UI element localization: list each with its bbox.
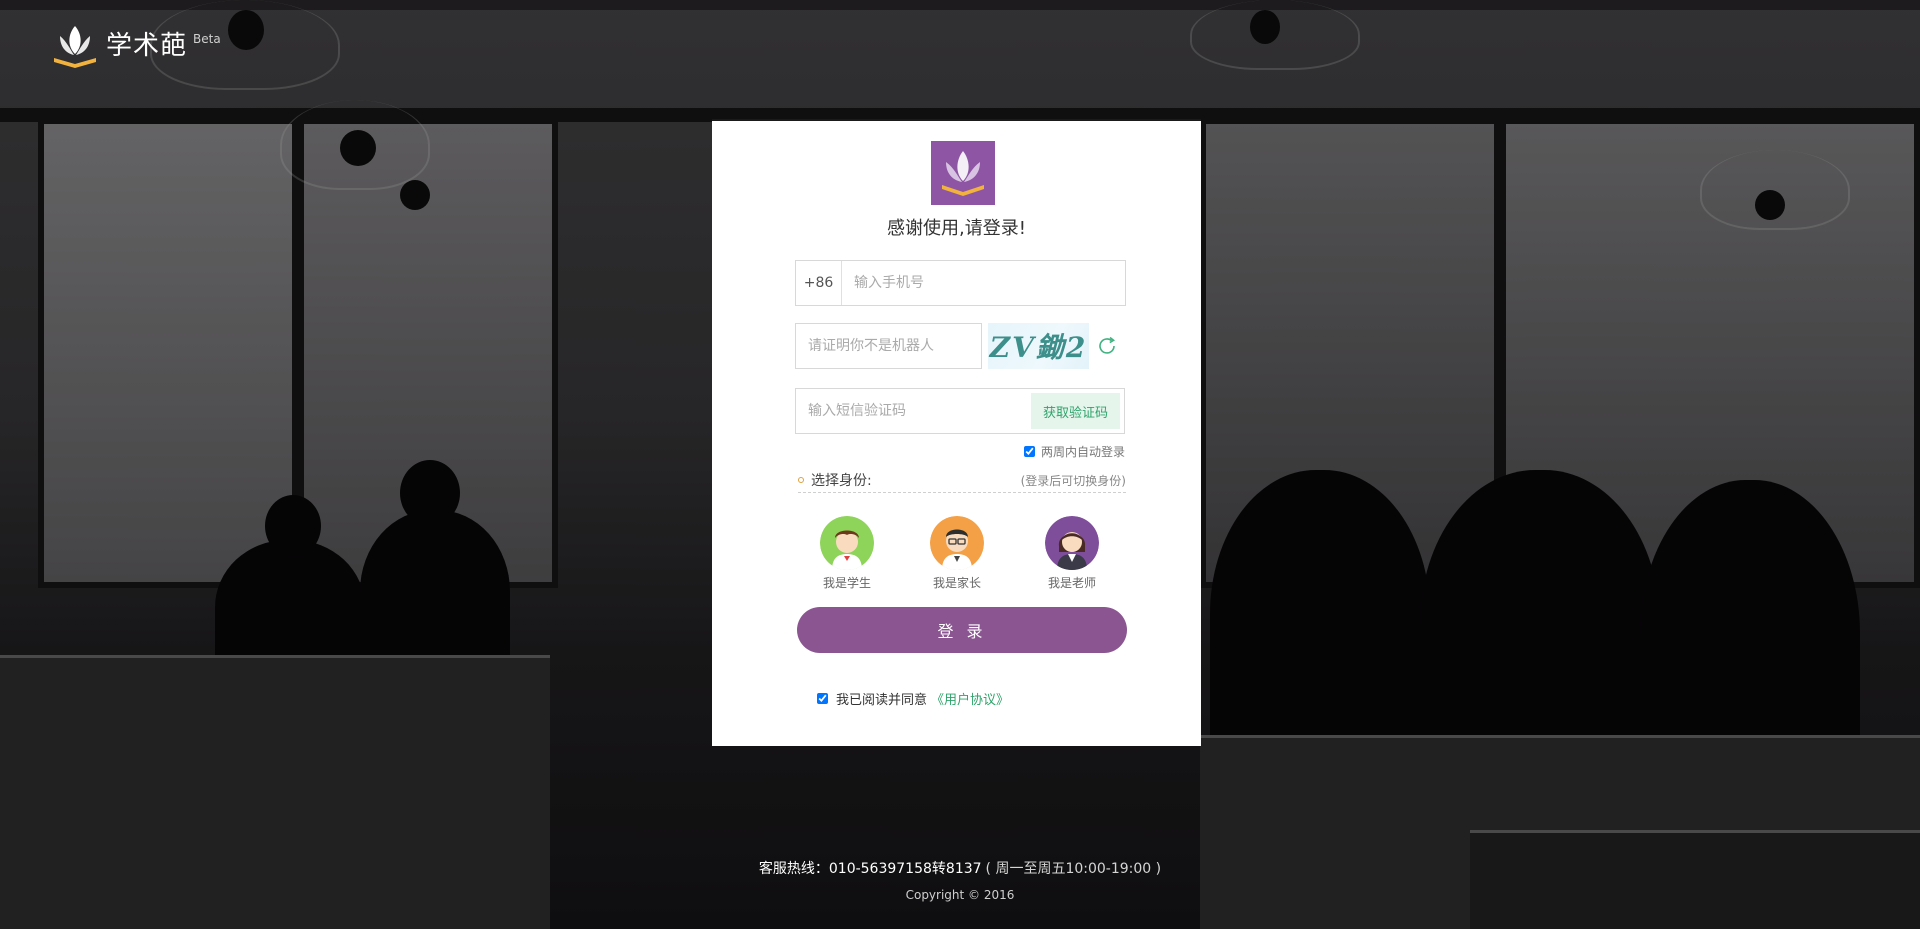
student-avatar: [820, 516, 874, 570]
country-code[interactable]: +86: [796, 261, 842, 305]
login-button[interactable]: 登 录: [797, 607, 1127, 653]
role-hint: (登录后可切换身份): [1020, 473, 1126, 488]
footer: 客服热线：010-56397158转8137( 周一至周五10:00-19:00…: [0, 858, 1920, 902]
sms-code-input[interactable]: [796, 389, 1031, 433]
teacher-avatar: [1045, 516, 1099, 570]
role-teacher-label: 我是老师: [1047, 576, 1096, 590]
copyright: Copyright © 2016: [905, 888, 1015, 902]
role-teacher[interactable]: 我是老师: [1032, 516, 1112, 591]
lotus-icon: [54, 26, 96, 68]
captcha-input[interactable]: [795, 323, 982, 369]
remember-checkbox[interactable]: [1023, 446, 1035, 457]
role-student[interactable]: 我是学生: [807, 516, 887, 591]
agreement-checkbox[interactable]: [817, 693, 828, 704]
hotline: 客服热线：010-56397158转8137( 周一至周五10:00-19:00…: [0, 858, 1920, 878]
role-student-label: 我是学生: [822, 576, 871, 590]
service-hours: ( 周一至周五10:00-19:00 ): [985, 861, 1162, 877]
refresh-icon[interactable]: [1095, 334, 1119, 358]
agreement[interactable]: 我已阅读并同意 《用户协议》: [817, 689, 1009, 708]
parent-avatar: [930, 516, 984, 570]
brand-name: 学术葩: [106, 31, 188, 61]
sms-field: 获取验证码: [795, 388, 1125, 434]
role-label: 选择身份:: [811, 473, 872, 489]
get-code-button[interactable]: 获取验证码: [1031, 393, 1120, 429]
teacher-avatar-icon: [1045, 516, 1099, 570]
phone-field: +86: [795, 260, 1126, 306]
role-parent-label: 我是家长: [932, 576, 981, 590]
login-title: 感谢使用,请登录!: [887, 218, 1026, 239]
bullet-icon: [798, 477, 804, 483]
beta-badge: Beta: [193, 32, 221, 46]
parent-avatar-icon: [930, 516, 984, 570]
login-card: 感谢使用,请登录! +86 ZV鋤2 获取验证码 两周内自动登录 选择身份: (…: [712, 119, 1201, 746]
remember-label: 两周内自动登录: [1040, 445, 1125, 459]
captcha-image[interactable]: ZV鋤2: [988, 323, 1089, 369]
role-parent[interactable]: 我是家长: [917, 516, 997, 591]
role-section-header: 选择身份: (登录后可切换身份): [798, 468, 1126, 493]
agreement-text: 我已阅读并同意: [836, 693, 928, 708]
brand-logo[interactable]: 学术葩 Beta: [52, 24, 221, 68]
lotus-icon: [942, 151, 984, 196]
card-logo: [931, 141, 995, 205]
hotline-number: 客服热线：010-56397158转8137: [758, 861, 982, 877]
student-avatar-icon: [820, 516, 874, 570]
remember-login[interactable]: 两周内自动登录: [1023, 443, 1125, 460]
user-agreement-link[interactable]: 《用户协议》: [931, 689, 1009, 708]
phone-input[interactable]: [842, 261, 1125, 305]
